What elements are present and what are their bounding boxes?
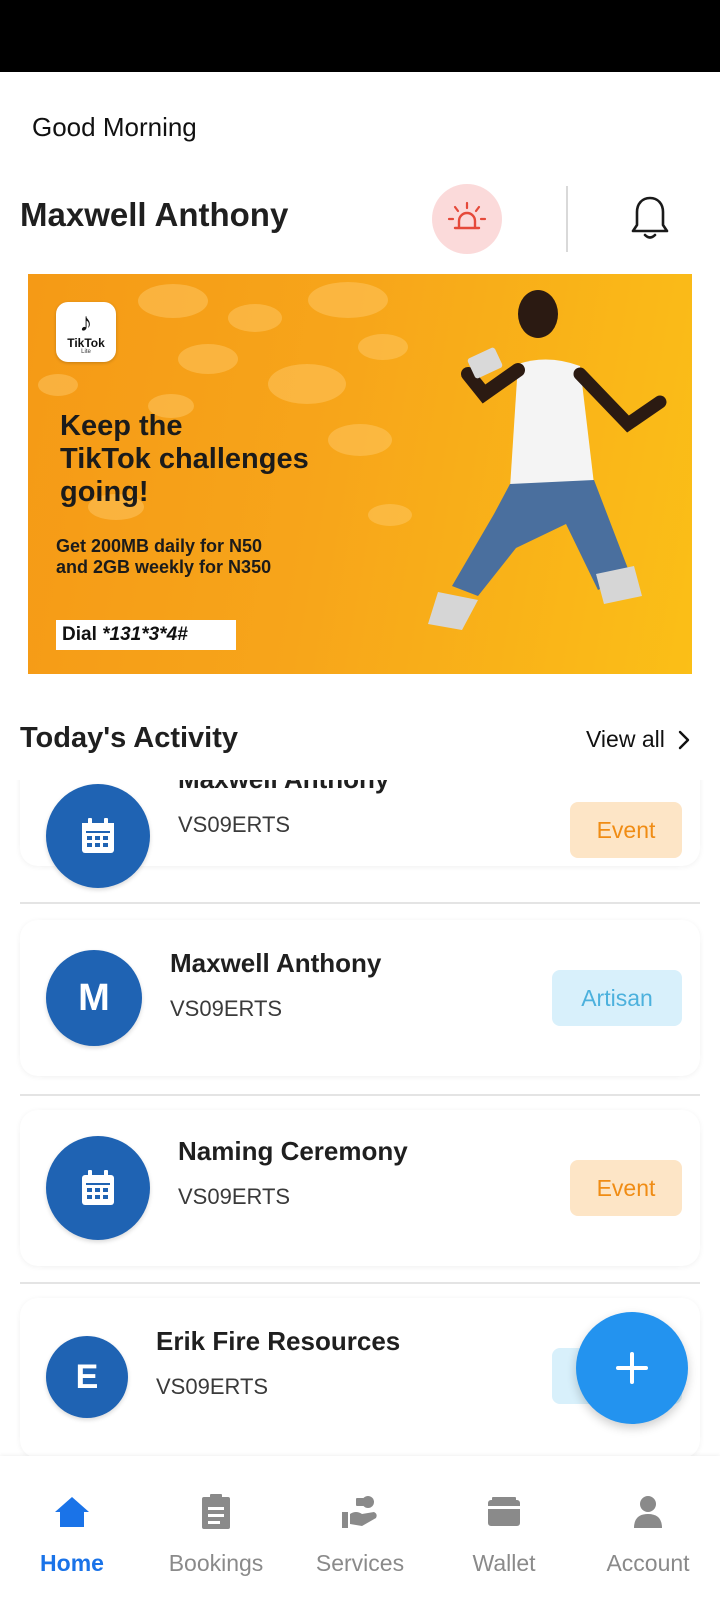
activity-code: VS09ERTS [178, 812, 291, 837]
calendar-icon [82, 1170, 114, 1205]
header-divider [566, 186, 568, 252]
activity-card[interactable]: M Maxwell Anthony VS09ERTS Artisan [20, 920, 700, 1076]
activity-title: Naming Ceremony [178, 1136, 408, 1166]
nav-home[interactable]: Home [0, 1456, 144, 1600]
banner-offer: Get 200MB daily for N50 and 2GB weekly f… [56, 536, 272, 577]
activity-code: VS09ERTS [170, 996, 283, 1021]
emergency-alarm-button[interactable] [432, 184, 502, 254]
banner-headline: Keep the TikTok challenges going! [60, 410, 309, 508]
bottom-navigation: Home Bookings Services Wallet Account [0, 1456, 720, 1600]
activity-code: VS09ERTS [178, 1184, 291, 1209]
event-badge: Event [570, 802, 682, 858]
chevron-right-icon [678, 730, 690, 749]
notifications-button[interactable] [624, 192, 676, 244]
activity-title: Maxwell Anthony [178, 780, 389, 795]
activity-card[interactable]: Naming Ceremony VS09ERTS Event [20, 1110, 700, 1266]
calendar-icon [82, 818, 114, 853]
activity-code: VS09ERTS [156, 1374, 269, 1399]
tiktok-logo: ♪ TikTok Lite [56, 302, 116, 362]
nav-services[interactable]: Services [288, 1456, 432, 1600]
greeting-text: Good Morning [32, 112, 197, 142]
user-name: Maxwell Anthony [20, 196, 289, 233]
todays-activity-title: Today's Activity [20, 722, 239, 754]
person-icon [634, 1496, 662, 1528]
activity-card[interactable]: Maxwell Anthony VS09ERTS Event [20, 780, 700, 888]
event-badge: Event [570, 1160, 682, 1216]
nav-account[interactable]: Account [576, 1456, 720, 1600]
list-divider [20, 1094, 700, 1096]
clipboard-icon [202, 1494, 230, 1529]
add-button[interactable] [576, 1312, 688, 1424]
nav-bookings[interactable]: Bookings [144, 1456, 288, 1600]
bell-icon [631, 196, 669, 239]
plus-icon [616, 1352, 648, 1384]
services-icon [342, 1496, 377, 1528]
list-divider [20, 1282, 700, 1284]
activity-title: Maxwell Anthony [170, 948, 382, 978]
wallet-icon [488, 1497, 520, 1526]
home-icon [55, 1497, 89, 1527]
banner-dial-code: Dial *131*3*4# [56, 620, 236, 650]
siren-icon [447, 201, 487, 230]
jumping-man-illustration [428, 290, 667, 630]
event-avatar [46, 1136, 150, 1240]
promo-banner[interactable]: ♪ TikTok Lite Keep the TikTok challenges… [28, 274, 692, 674]
view-all-link[interactable]: View all [586, 726, 691, 753]
artisan-badge: Artisan [552, 970, 682, 1026]
activity-title: Erik Fire Resources [156, 1326, 401, 1356]
list-divider [20, 902, 700, 904]
initial-avatar: E [46, 1336, 128, 1418]
initial-avatar: M [46, 950, 142, 1046]
event-avatar [46, 784, 150, 888]
nav-wallet[interactable]: Wallet [432, 1456, 576, 1600]
status-bar [0, 0, 720, 72]
